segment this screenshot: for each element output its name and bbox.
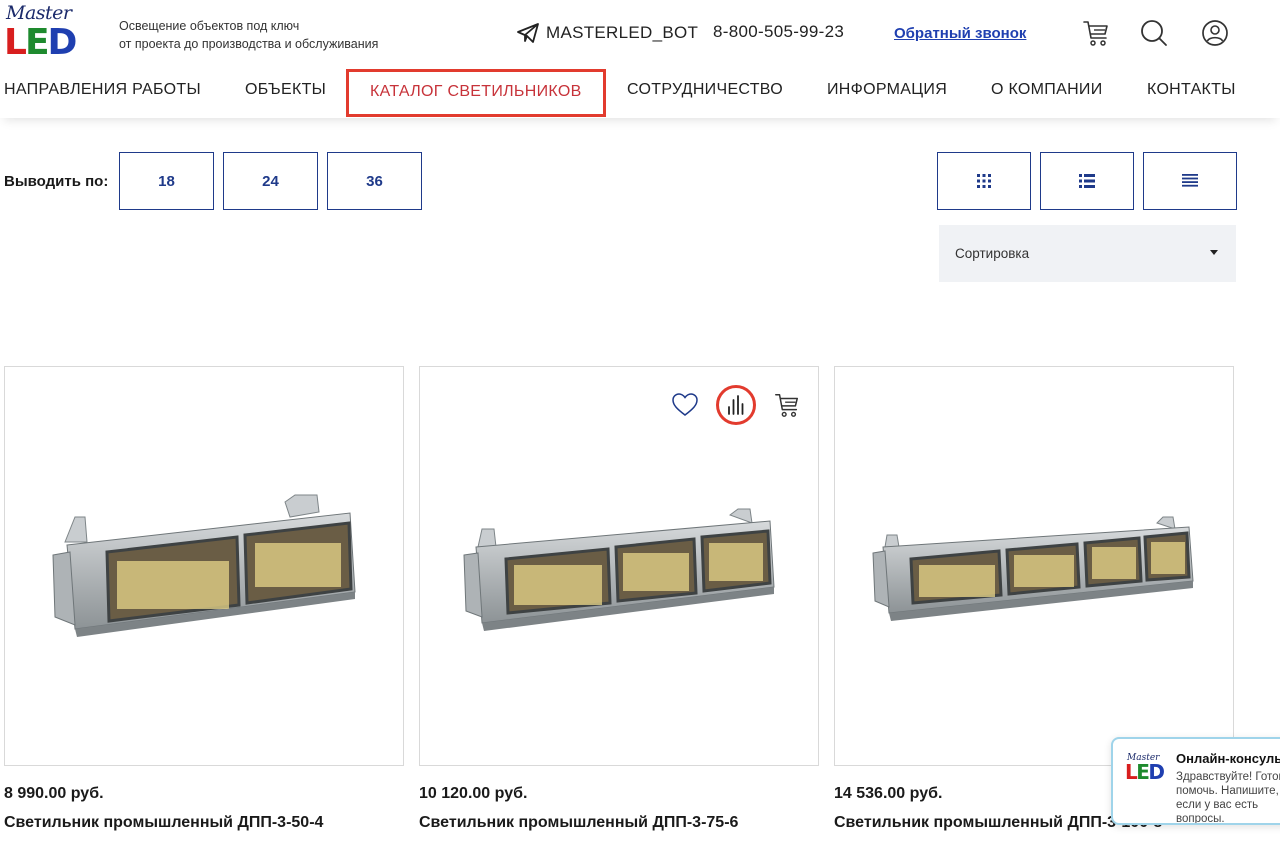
heart-icon (672, 393, 698, 416)
grid-view-button[interactable] (937, 152, 1031, 210)
compact-list-button[interactable] (1143, 152, 1237, 210)
tagline-line-1: Освещение объектов под ключ (119, 19, 300, 33)
site-header: Master LED Освещение объектов под ключ о… (0, 0, 1280, 118)
product-card-1[interactable] (4, 366, 404, 766)
product-card-2[interactable] (419, 366, 819, 766)
telegram-icon (517, 23, 539, 43)
logo-led-letters: LED (4, 22, 77, 63)
sort-dropdown[interactable]: Сортировка (939, 225, 1236, 282)
main-nav: НАПРАВЛЕНИЯ РАБОТЫ ОБЪЕКТЫ КАТАЛОГ СВЕТИ… (0, 69, 1280, 117)
per-page-label: Выводить по: (4, 173, 109, 190)
product-name-link[interactable]: Светильник промышленный ДПП-3-75-6 (419, 814, 738, 832)
chat-message: Здравствуйте! Готов помочь. Напишите, ес… (1176, 771, 1280, 825)
nav-item-about[interactable]: О КОМПАНИИ (991, 70, 1103, 110)
company-tagline: Освещение объектов под ключ от проекта д… (119, 17, 378, 53)
search-icon[interactable] (1139, 18, 1169, 48)
logo-script: Master (6, 2, 72, 24)
grid-view-icon (977, 174, 991, 188)
nav-item-catalog[interactable]: КАТАЛОГ СВЕТИЛЬНИКОВ (346, 69, 606, 117)
nav-item-directions[interactable]: НАПРАВЛЕНИЯ РАБОТЫ (4, 70, 201, 110)
product-card-3[interactable] (834, 366, 1234, 766)
compare-icon (728, 395, 744, 415)
nav-item-cooperation[interactable]: СОТРУДНИЧЕСТВО (627, 70, 783, 110)
chat-title: Онлайн-консультант (1176, 751, 1280, 766)
sort-label: Сортировка (955, 246, 1030, 261)
product-image (463, 508, 775, 631)
product-image (52, 494, 356, 637)
product-price: 14 536.00 руб. (834, 785, 943, 802)
list-view-button[interactable] (1040, 152, 1134, 210)
product-price: 10 120.00 руб. (419, 785, 528, 802)
telegram-bot-name: MASTERLED_BOT (546, 23, 699, 42)
favorite-button[interactable] (668, 388, 702, 422)
cart-icon[interactable] (1081, 18, 1111, 48)
product-price: 8 990.00 руб. (4, 785, 104, 802)
card-actions (668, 385, 804, 425)
chat-logo: Master LED (1125, 753, 1165, 784)
nav-item-objects[interactable]: ОБЪЕКТЫ (245, 70, 326, 110)
phone-number[interactable]: 8-800-505-99-23 (713, 22, 844, 42)
compare-button[interactable] (716, 385, 756, 425)
per-page-24-button[interactable]: 24 (223, 152, 318, 210)
per-page-18-button[interactable]: 18 (119, 152, 214, 210)
nav-item-contacts[interactable]: КОНТАКТЫ (1147, 70, 1236, 110)
user-icon[interactable] (1200, 18, 1230, 48)
compact-list-icon (1182, 174, 1198, 187)
per-page-36-button[interactable]: 36 (327, 152, 422, 210)
masterled-logo[interactable]: Master LED (4, 2, 77, 63)
add-to-cart-button[interactable] (770, 388, 804, 422)
product-name-link[interactable]: Светильник промышленный ДПП-3-50-4 (4, 814, 323, 832)
online-chat-widget[interactable]: Master LED Онлайн-консультант Здравствуй… (1111, 737, 1280, 825)
list-view-icon (1079, 174, 1095, 188)
telegram-bot-link[interactable]: MASTERLED_BOT (516, 22, 698, 44)
nav-item-information[interactable]: ИНФОРМАЦИЯ (827, 70, 947, 110)
cart-icon (775, 393, 799, 417)
tagline-line-2: от проекта до производства и обслуживани… (119, 37, 379, 51)
product-image (872, 516, 1194, 621)
caret-down-icon (1210, 250, 1218, 255)
callback-link[interactable]: Обратный звонок (894, 25, 1026, 42)
